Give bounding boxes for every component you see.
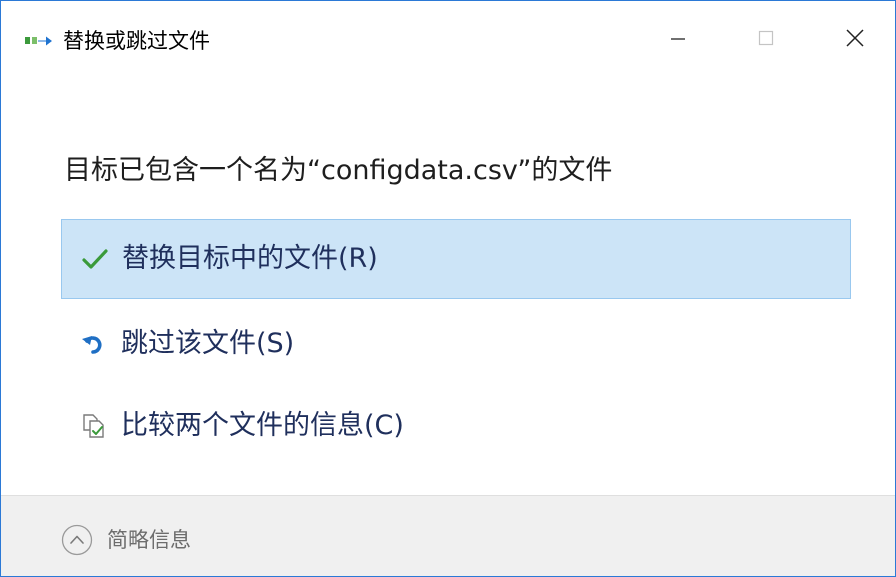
checkmark-icon: [80, 244, 110, 274]
chevron-up-circle-icon: [61, 524, 93, 556]
skip-arrow-icon: [79, 329, 109, 359]
skip-file-label: 跳过该文件(S): [121, 328, 295, 359]
skip-file-option[interactable]: 跳过该文件(S): [61, 304, 851, 384]
close-icon: [845, 28, 865, 52]
minimize-button[interactable]: [655, 15, 701, 65]
dialog-footer: 简略信息: [1, 495, 895, 576]
replace-file-option[interactable]: 替换目标中的文件(R): [61, 219, 851, 299]
maximize-icon: [756, 28, 776, 52]
minimize-icon: [668, 28, 688, 52]
dialog-heading: 目标已包含一个名为“configdata.csv”的文件: [64, 155, 613, 186]
close-button[interactable]: [832, 15, 878, 65]
window-title: 替换或跳过文件: [63, 29, 210, 53]
compare-files-option[interactable]: 比较两个文件的信息(C): [61, 386, 851, 466]
replace-file-label: 替换目标中的文件(R): [122, 243, 378, 274]
compare-files-label: 比较两个文件的信息(C): [121, 410, 404, 441]
maximize-button: [743, 15, 789, 65]
file-move-icon: [25, 33, 53, 49]
fewer-details-label: 简略信息: [107, 528, 191, 552]
compare-files-icon: [79, 411, 109, 441]
replace-or-skip-dialog: 替换或跳过文件 目标已包含一个名为“configdata.csv”的文件 替换目…: [0, 0, 896, 577]
fewer-details-toggle[interactable]: 简略信息: [61, 520, 191, 560]
title-bar[interactable]: 替换或跳过文件: [1, 1, 895, 81]
